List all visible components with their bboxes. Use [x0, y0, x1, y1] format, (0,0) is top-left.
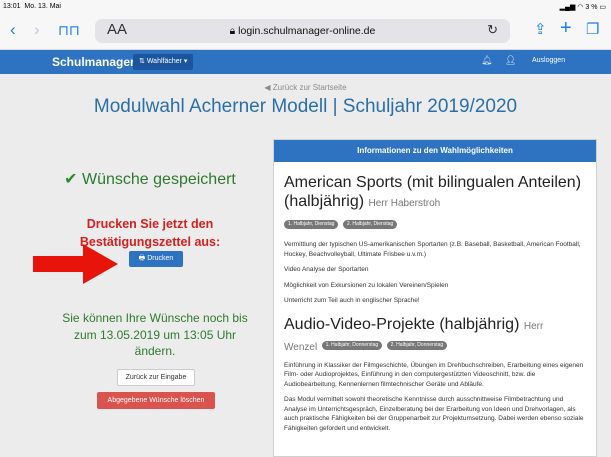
user-icon[interactable]: 👤︎: [505, 55, 516, 66]
schedule-badge: 1. Halbjahr, Donnerstag: [321, 340, 383, 350]
circle-arrow-left-icon: ◀︎: [264, 83, 271, 92]
course-description: Unterricht zum Teil auch in englischer S…: [284, 297, 420, 304]
schedule-badge: 1. Halbjahr, Dienstag: [284, 220, 339, 230]
address-bar[interactable]: AA 🔒︎ login.schulmanager-online.de ↻: [95, 19, 510, 43]
course-title: American Sports (mit bilingualen Anteile…: [284, 174, 582, 210]
share-icon[interactable]: ⇪: [534, 20, 547, 40]
schedule-badge: 2. Halbjahr, Dienstag: [342, 220, 398, 230]
options-info-panel: Informationen zu den Wahlmöglichkeiten A…: [273, 139, 597, 457]
change-deadline-text: Sie können Ihre Wünsche noch bis zum 13.…: [62, 311, 248, 358]
url-text[interactable]: 🔒︎ login.schulmanager-online.de: [95, 25, 510, 38]
red-arrow-icon: [33, 244, 118, 284]
printer-icon: 🖶︎: [138, 255, 146, 262]
page-title: Modulwahl Acherner Modell | Schuljahr 20…: [93, 96, 518, 117]
bookmarks-book-icon[interactable]: ⊓⊓: [58, 20, 80, 40]
course-title: Audio-Video-Projekte (halbjährig) Herr: [284, 315, 544, 333]
status-time: 13:01 Mo. 13. Mai: [3, 3, 61, 10]
new-tab-plus-icon[interactable]: +: [560, 18, 572, 38]
course-description: Video Analyse der Sportarten: [284, 266, 369, 273]
brand-logo[interactable]: Schulmanager: [52, 52, 135, 72]
bell-icon[interactable]: 🔔︎: [481, 55, 492, 66]
schedule-badge: 2. Halbjahr, Donnerstag: [386, 340, 448, 350]
reload-icon[interactable]: ↻: [487, 22, 498, 38]
back-arrow-icon[interactable]: ‹: [10, 20, 16, 40]
site-navbar: Schulmanager ⇅ Wahlfächer ▾ 🔔︎ 👤︎ Auslog…: [0, 50, 611, 74]
course-badges: Wenzel 1. Halbjahr, Donnerstag 2. Halbja…: [284, 337, 586, 355]
status-indicators: ▂▄▆ ◠ 3 % ▭: [559, 4, 606, 11]
ios-status-bar: 13:01 Mo. 13. Mai ▂▄▆ ◠ 3 % ▭: [0, 0, 611, 14]
sort-icon: ⇅: [139, 58, 145, 65]
print-button[interactable]: 🖶︎ Drucken: [129, 251, 183, 267]
course-description: Vermittlung der typischen US-amerikanisc…: [284, 241, 581, 258]
course-description: Das Modul vermittelt sowohl theoretische…: [284, 396, 584, 432]
course-teacher: Wenzel: [284, 341, 318, 353]
course-description: Einführung in Klassiker der Filmgeschich…: [284, 361, 584, 388]
course-description: Möglichkeit von Exkursionen zu lokalen V…: [284, 281, 449, 289]
back-to-input-button[interactable]: Zurück zur Eingabe: [117, 369, 195, 386]
tabs-overview-icon[interactable]: ❐: [586, 20, 599, 40]
course-badges: 1. Halbjahr, Dienstag 2. Halbjahr, Diens…: [284, 216, 586, 234]
panel-body: American Sports (mit bilingualen Anteile…: [274, 162, 596, 433]
panel-heading: Informationen zu den Wahlmöglichkeiten: [274, 140, 596, 162]
back-to-start-link[interactable]: ◀︎ Zurück zur Startseite: [0, 83, 611, 92]
lock-icon: 🔒︎: [229, 25, 236, 37]
course-teacher: Herr Haberstroh: [368, 198, 441, 209]
saved-confirmation: ✔ Wünsche gespeichert: [64, 171, 236, 188]
course-teacher: Herr: [523, 320, 544, 332]
browser-toolbar: ‹ › ⊓⊓ AA 🔒︎ login.schulmanager-online.d…: [0, 14, 611, 50]
logout-link[interactable]: Ausloggen: [532, 57, 565, 64]
forward-arrow-icon[interactable]: ›: [34, 20, 40, 40]
delete-wishes-button[interactable]: Abgegebene Wünsche löschen: [97, 392, 215, 409]
wahlfaecher-menu-button[interactable]: ⇅ Wahlfächer ▾: [133, 54, 194, 70]
checkmark-icon: ✔: [64, 171, 78, 188]
